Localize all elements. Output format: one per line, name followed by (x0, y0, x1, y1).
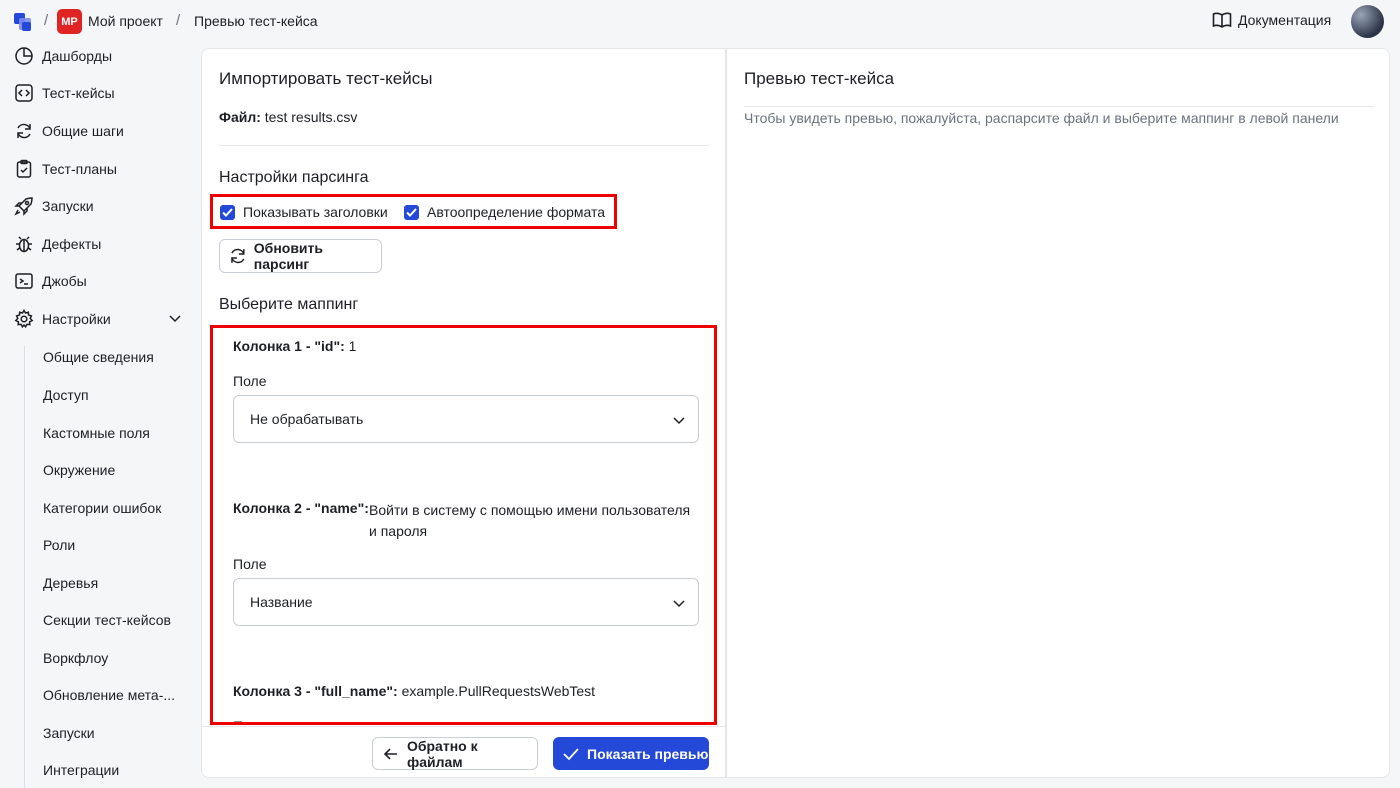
import-title: Импортировать тест-кейсы (219, 69, 433, 88)
show-preview-label: Показать превью (587, 745, 709, 762)
panel-footer: Обратно к файлам Показать превью (202, 726, 725, 777)
sidebar-item-shared-steps[interactable]: Общие шаги (14, 119, 124, 143)
submenu-guide-line (24, 346, 25, 788)
back-to-files-button[interactable]: Обратно к файлам (372, 737, 538, 770)
top-bar: / MP Мой проект / Превью тест-кейса Доку… (0, 0, 1400, 44)
documentation-link[interactable]: Документация (1212, 11, 1331, 29)
settings-sub-error-categories[interactable]: Категории ошибок (43, 500, 161, 516)
sidebar-item-dashboards[interactable]: Дашборды (14, 44, 112, 68)
settings-sub-launches[interactable]: Запуски (43, 725, 95, 741)
breadcrumb-project[interactable]: Мой проект (88, 13, 163, 29)
preview-hint: Чтобы увидеть превью, пожалуйста, распар… (744, 110, 1339, 126)
field-label: Поле (233, 718, 267, 722)
sidebar-item-label: Тест-кейсы (42, 85, 115, 101)
chevron-down-icon (673, 417, 685, 425)
show-preview-button[interactable]: Показать превью (553, 737, 709, 770)
bug-icon (16, 236, 32, 253)
checkbox-checked-icon (220, 204, 235, 220)
book-icon (1212, 12, 1232, 28)
documentation-label: Документация (1238, 12, 1332, 28)
import-panel: Импортировать тест-кейсы Файл: test resu… (201, 48, 725, 778)
sidebar-item-label: Дефекты (42, 236, 102, 252)
checkbox-checked-icon (404, 204, 419, 220)
show-headers-checkbox[interactable]: Показывать заголовки (220, 204, 388, 220)
sidebar-item-label: Дашборды (42, 48, 112, 64)
project-badge[interactable]: MP (57, 9, 82, 34)
field-label: Поле (233, 556, 267, 572)
file-label: Файл: (219, 109, 261, 125)
settings-sub-trees[interactable]: Деревья (43, 575, 98, 591)
sidebar-item-test-cases[interactable]: Тест-кейсы (14, 81, 115, 105)
column-header: Колонка 3 - "full_name": example.PullReq… (233, 683, 596, 699)
sidebar-item-launches[interactable]: Запуски (14, 194, 94, 218)
refresh-icon (17, 123, 31, 139)
column-header: Колонка 2 - "name": (233, 500, 369, 516)
file-row: Файл: test results.csv (219, 109, 357, 125)
breadcrumb-separator: / (176, 12, 181, 29)
field-select[interactable]: Не обрабатывать (233, 395, 699, 443)
field-select-value: Не обрабатывать (250, 411, 364, 427)
autodetect-format-checkbox[interactable]: Автоопределение формата (404, 204, 605, 220)
pie-chart-icon (15, 47, 33, 65)
parsing-settings-title: Настройки парсинга (219, 169, 369, 186)
preview-title: Превью тест-кейса (744, 69, 895, 88)
divider (744, 106, 1374, 107)
settings-sub-test-case-sections[interactable]: Секции тест-кейсов (43, 612, 171, 628)
settings-sub-roles[interactable]: Роли (43, 537, 75, 553)
settings-sub-environment[interactable]: Окружение (43, 462, 115, 478)
mapping-title: Выберите маппинг (219, 296, 359, 313)
settings-sub-general[interactable]: Общие сведения (43, 349, 154, 365)
column-value: Войти в систему с помощью имени пользова… (369, 502, 691, 539)
refresh-icon (231, 248, 245, 264)
gear-icon (14, 309, 34, 329)
settings-sub-access[interactable]: Доступ (43, 387, 89, 403)
field-select-value: Название (250, 594, 313, 610)
terminal-icon (15, 273, 33, 289)
code-icon (15, 84, 33, 102)
autodetect-format-label: Автоопределение формата (427, 204, 606, 220)
sidebar-item-label: Общие шаги (42, 123, 124, 139)
sidebar-item-label: Настройки (42, 311, 111, 327)
check-icon (563, 747, 579, 760)
sidebar-item-label: Тест-планы (42, 161, 117, 177)
sidebar-item-jobs[interactable]: Джобы (14, 269, 87, 293)
sidebar-item-label: Запуски (42, 198, 94, 214)
arrow-left-icon (383, 747, 397, 760)
field-label: Поле (233, 373, 267, 389)
field-select[interactable]: Название (233, 578, 699, 626)
app-logo-icon[interactable] (12, 10, 36, 34)
breadcrumb-separator: / (44, 12, 49, 29)
clipboard-check-icon (16, 159, 32, 178)
chevron-down-icon (673, 600, 685, 608)
preview-panel: Превью тест-кейса Чтобы увидеть превью, … (726, 48, 1390, 778)
divider (219, 145, 709, 146)
rocket-icon (14, 197, 33, 216)
mapping-highlight-box: Колонка 1 - "id": 1 Поле Не обрабатывать… (210, 325, 717, 725)
breadcrumb-current: Превью тест-кейса (194, 13, 318, 29)
column-header: Колонка 1 - "id": 1 (233, 338, 357, 354)
settings-sub-meta-update[interactable]: Обновление мета-... (43, 687, 175, 703)
user-avatar[interactable] (1351, 5, 1384, 38)
sidebar-item-label: Джобы (42, 273, 87, 289)
settings-sub-custom-fields[interactable]: Кастомные поля (43, 425, 150, 441)
chevron-down-icon[interactable] (168, 311, 182, 325)
settings-sub-integrations[interactable]: Интеграции (43, 762, 119, 778)
refresh-parsing-button[interactable]: Обновить парсинг (219, 239, 382, 273)
settings-sub-workflow[interactable]: Воркфлоу (43, 650, 108, 666)
sidebar-item-defects[interactable]: Дефекты (14, 232, 101, 256)
show-headers-label: Показывать заголовки (243, 204, 388, 220)
refresh-parsing-label: Обновить парсинг (253, 240, 324, 272)
back-to-files-label: Обратно к файлам (406, 737, 478, 770)
sidebar-item-settings[interactable]: Настройки (14, 307, 111, 331)
sidebar: Дашборды Тест-кейсы Общие шаги Тест-план… (0, 40, 200, 788)
sidebar-item-test-plans[interactable]: Тест-планы (14, 157, 117, 181)
file-name: test results.csv (264, 109, 358, 125)
